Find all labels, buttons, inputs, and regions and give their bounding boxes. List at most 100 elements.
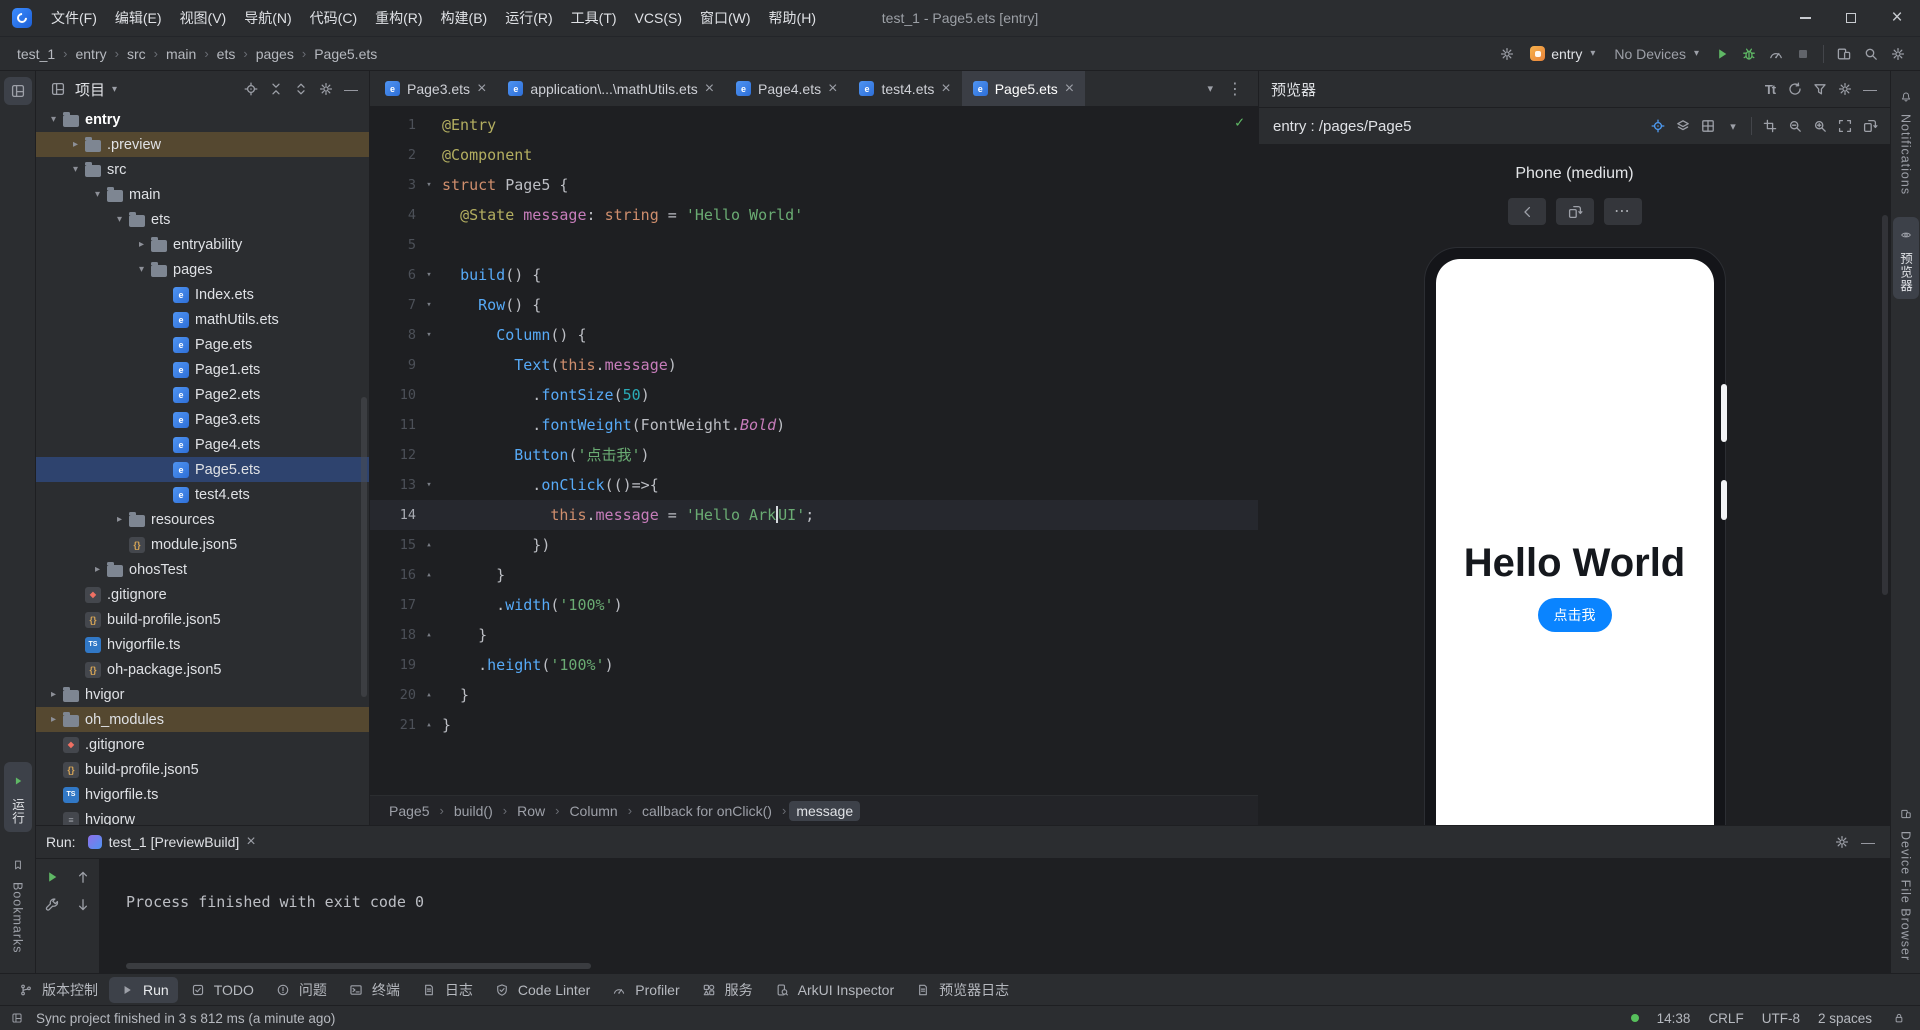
tree-item-.gitignore[interactable]: ◆ .gitignore — [36, 732, 369, 757]
code-line-12[interactable]: 12 Button('点击我') — [370, 440, 1258, 470]
component-inspect-button[interactable] — [1646, 114, 1670, 138]
debug-button[interactable] — [1737, 42, 1761, 66]
close-icon[interactable]: × — [705, 80, 714, 97]
search-everywhere-button[interactable] — [1859, 42, 1883, 66]
encoding-widget[interactable]: UTF-8 — [1762, 1011, 1800, 1026]
tool-window-project-button[interactable] — [3, 77, 32, 105]
line-number[interactable]: 1 — [370, 110, 416, 140]
preview-more-button[interactable]: ⋯ — [1603, 198, 1642, 225]
editor-tab-Page5.ets[interactable]: e Page5.ets × — [961, 71, 1086, 106]
tree-item-pages[interactable]: ▾ pages — [36, 257, 369, 282]
minimize-button[interactable] — [1782, 0, 1828, 36]
code-line-2[interactable]: 2 @Component — [370, 140, 1258, 170]
tree-item-module.json5[interactable]: {} module.json5 — [36, 532, 369, 557]
line-number[interactable]: 9 — [370, 350, 416, 380]
tree-item-hvigorfile.ts[interactable]: TS hvigorfile.ts — [36, 782, 369, 807]
code-line-13[interactable]: 13 ▾ .onClick(()=>{ — [370, 470, 1258, 500]
menu-item-工具(T)[interactable]: 工具(T) — [562, 4, 626, 32]
device-selector[interactable]: No Devices ▾ — [1606, 43, 1707, 65]
chevron-right-icon[interactable]: ▸ — [44, 714, 63, 725]
code-line-20[interactable]: 20 ▴ } — [370, 680, 1258, 710]
run-console[interactable]: Process finished with exit code 0 — [100, 859, 1890, 973]
line-number[interactable]: 15 — [370, 530, 416, 560]
menu-item-重构(R)[interactable]: 重构(R) — [366, 4, 431, 32]
code-line-4[interactable]: 4 @State message: string = 'Hello World' — [370, 200, 1258, 230]
breadcrumb-item-entry[interactable]: entry — [68, 44, 113, 64]
chevron-right-icon[interactable]: ▸ — [132, 239, 151, 250]
code-line-17[interactable]: 17 .width('100%') — [370, 590, 1258, 620]
menu-item-VCS(S)[interactable]: VCS(S) — [626, 6, 691, 30]
editor-breadcrumb-Page5[interactable]: Page5 — [382, 801, 436, 821]
line-number[interactable]: 5 — [370, 230, 416, 260]
fold-marker-icon[interactable]: ▾ — [416, 470, 442, 500]
tree-item-main[interactable]: ▾ main — [36, 182, 369, 207]
menu-item-构建(B)[interactable]: 构建(B) — [432, 4, 497, 32]
fold-marker-icon[interactable]: ▴ — [416, 530, 442, 560]
tree-item-src[interactable]: ▾ src — [36, 157, 369, 182]
breadcrumb-item-main[interactable]: main — [159, 44, 203, 64]
menu-item-视图(V)[interactable]: 视图(V) — [171, 4, 236, 32]
zoom-out-button[interactable] — [1783, 114, 1807, 138]
line-number[interactable]: 21 — [370, 710, 416, 740]
close-icon[interactable]: × — [477, 80, 486, 97]
tool-button-问题[interactable]: 问题 — [265, 976, 336, 1004]
tree-item-ets[interactable]: ▾ ets — [36, 207, 369, 232]
menu-item-帮助(H)[interactable]: 帮助(H) — [760, 4, 825, 32]
tool-window-run-button[interactable]: 运行 — [3, 762, 32, 833]
breadcrumb-item-Page5.ets[interactable]: Page5.ets — [307, 44, 384, 64]
tool-button-Run[interactable]: Run — [109, 976, 178, 1003]
tree-item-build-profile.json5[interactable]: {} build-profile.json5 — [36, 607, 369, 632]
next-occurrence-button[interactable] — [71, 893, 95, 917]
code-line-10[interactable]: 10 .fontSize(50) — [370, 380, 1258, 410]
tree-item-mathUtils.ets[interactable]: e mathUtils.ets — [36, 307, 369, 332]
code-line-14[interactable]: 14 this.message = 'Hello Ark UI'; — [370, 500, 1258, 530]
indent-widget[interactable]: 2 spaces — [1818, 1011, 1872, 1026]
panel-options-button[interactable] — [314, 77, 338, 101]
tree-item-oh-package.json5[interactable]: {} oh-package.json5 — [36, 657, 369, 682]
editor-tab-Page4.ets[interactable]: e Page4.ets × — [725, 71, 848, 106]
tool-button-版本控制[interactable]: 版本控制 — [8, 976, 107, 1004]
line-number[interactable]: 6 — [370, 260, 416, 290]
fold-marker-icon[interactable]: ▾ — [416, 260, 442, 290]
close-icon[interactable]: × — [246, 834, 255, 850]
tool-button-TODO[interactable]: TODO — [180, 977, 263, 1003]
code-line-11[interactable]: 11 .fontWeight(FontWeight.Bold) — [370, 410, 1258, 440]
code-line-5[interactable]: 5 — [370, 230, 1258, 260]
preview-back-button[interactable] — [1507, 198, 1546, 225]
tree-item-Page4.ets[interactable]: e Page4.ets — [36, 432, 369, 457]
tool-window-switcher-icon[interactable] — [8, 1009, 26, 1027]
fold-marker-icon[interactable]: ▾ — [416, 290, 442, 320]
fit-to-screen-button[interactable] — [1833, 114, 1857, 138]
tree-item-hvigorfile.ts[interactable]: TS hvigorfile.ts — [36, 632, 369, 657]
tree-item-Page3.ets[interactable]: e Page3.ets — [36, 407, 369, 432]
tool-button-Profiler[interactable]: Profiler — [601, 977, 688, 1003]
fold-marker-icon[interactable]: ▾ — [416, 320, 442, 350]
tree-item-Page5.ets[interactable]: e Page5.ets — [36, 457, 369, 482]
line-number[interactable]: 3 — [370, 170, 416, 200]
multi-preview-button[interactable] — [1696, 114, 1720, 138]
code-line-21[interactable]: 21 ▴} — [370, 710, 1258, 740]
tool-window-notifications-button[interactable]: Notifications — [1893, 79, 1919, 201]
tool-window-bookmarks-button[interactable]: Bookmarks — [4, 846, 32, 961]
line-number[interactable]: 12 — [370, 440, 416, 470]
close-icon[interactable]: × — [941, 80, 950, 97]
line-number[interactable]: 10 — [370, 380, 416, 410]
fold-marker-icon[interactable]: ▴ — [416, 620, 442, 650]
frame-button[interactable] — [1758, 114, 1782, 138]
code-line-3[interactable]: 3 ▾ struct Page5 { — [370, 170, 1258, 200]
chevron-down-icon[interactable]: ▾ — [110, 214, 129, 225]
zoom-in-button[interactable] — [1808, 114, 1832, 138]
tree-item-test4.ets[interactable]: e test4.ets — [36, 482, 369, 507]
tool-button-服务[interactable]: 服务 — [691, 976, 762, 1004]
chevron-down-icon[interactable]: ▾ — [44, 114, 63, 125]
select-opened-file-button[interactable] — [239, 77, 263, 101]
device-manager-button[interactable] — [1832, 42, 1856, 66]
code-editor[interactable]: ✓ 1 @Entry 2 @Component 3 ▾ struct Page5 {4 @S… — [370, 107, 1258, 795]
tool-button-终端[interactable]: 终端 — [338, 976, 409, 1004]
hide-run-panel-icon[interactable]: — — [1856, 830, 1880, 854]
fold-marker-icon[interactable]: ▴ — [416, 560, 442, 590]
layers-button[interactable] — [1671, 114, 1695, 138]
tool-button-预览器日志[interactable]: 预览器日志 — [905, 976, 1018, 1004]
close-button[interactable]: × — [1874, 0, 1920, 36]
line-number[interactable]: 8 — [370, 320, 416, 350]
